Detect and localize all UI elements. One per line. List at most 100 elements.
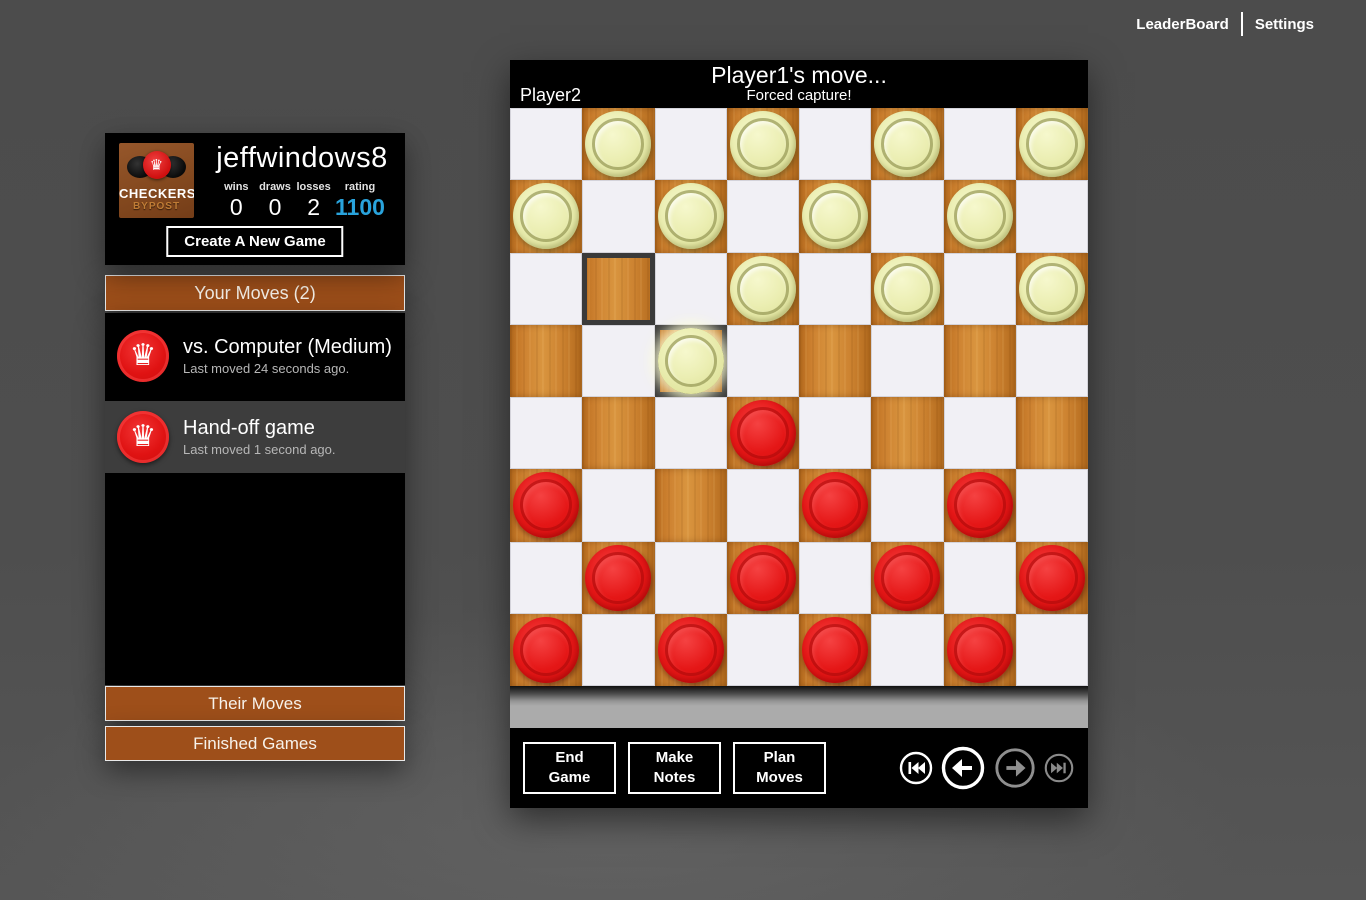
board-square[interactable] bbox=[799, 253, 871, 325]
your-moves-header[interactable]: Your Moves (2) bbox=[105, 275, 405, 311]
checker-piece-red[interactable] bbox=[658, 617, 724, 683]
checker-piece-cream[interactable] bbox=[874, 256, 940, 322]
board-square[interactable] bbox=[582, 108, 654, 180]
create-new-game-button[interactable]: Create A New Game bbox=[166, 226, 343, 257]
board-square[interactable] bbox=[944, 108, 1016, 180]
checker-piece-cream[interactable] bbox=[658, 183, 724, 249]
step-forward-icon[interactable] bbox=[993, 746, 1037, 790]
finished-games-header[interactable]: Finished Games bbox=[105, 726, 405, 761]
board-square[interactable] bbox=[799, 542, 871, 614]
board-square[interactable] bbox=[799, 325, 871, 397]
checker-piece-cream[interactable] bbox=[513, 183, 579, 249]
board-square[interactable] bbox=[582, 253, 654, 325]
checker-piece-red[interactable] bbox=[730, 545, 796, 611]
board-square[interactable] bbox=[1016, 325, 1088, 397]
skip-to-end-icon[interactable] bbox=[1044, 753, 1074, 783]
board-square[interactable] bbox=[510, 397, 582, 469]
board-square[interactable] bbox=[727, 397, 799, 469]
checker-piece-red[interactable] bbox=[730, 400, 796, 466]
board-square[interactable] bbox=[944, 614, 1016, 686]
board-square[interactable] bbox=[871, 180, 943, 252]
board-square[interactable] bbox=[727, 542, 799, 614]
checker-piece-red[interactable] bbox=[513, 472, 579, 538]
their-moves-header[interactable]: Their Moves bbox=[105, 686, 405, 721]
board-square[interactable] bbox=[582, 325, 654, 397]
board-square[interactable] bbox=[799, 397, 871, 469]
board-square[interactable] bbox=[655, 469, 727, 541]
board-square[interactable] bbox=[582, 614, 654, 686]
board-square[interactable] bbox=[871, 542, 943, 614]
board-square[interactable] bbox=[944, 397, 1016, 469]
board-square[interactable] bbox=[727, 180, 799, 252]
board-square[interactable] bbox=[510, 469, 582, 541]
board-square[interactable] bbox=[1016, 469, 1088, 541]
board-square[interactable] bbox=[582, 542, 654, 614]
board-square[interactable] bbox=[944, 469, 1016, 541]
board-square[interactable] bbox=[727, 614, 799, 686]
board-square[interactable] bbox=[727, 253, 799, 325]
game-item-vs-computer[interactable]: ♛ vs. Computer (Medium) Last moved 24 se… bbox=[105, 313, 405, 398]
board-square[interactable] bbox=[799, 180, 871, 252]
checker-piece-cream[interactable] bbox=[585, 111, 651, 177]
board-square[interactable] bbox=[510, 108, 582, 180]
make-notes-button[interactable]: Make Notes bbox=[628, 742, 721, 794]
board-square[interactable] bbox=[799, 108, 871, 180]
board-square[interactable] bbox=[799, 469, 871, 541]
board-square[interactable] bbox=[1016, 253, 1088, 325]
plan-moves-button[interactable]: Plan Moves bbox=[733, 742, 826, 794]
checker-piece-cream[interactable] bbox=[874, 111, 940, 177]
checker-piece-red[interactable] bbox=[802, 472, 868, 538]
board-square[interactable] bbox=[1016, 397, 1088, 469]
board-square[interactable] bbox=[655, 542, 727, 614]
checker-piece-red[interactable] bbox=[513, 617, 579, 683]
settings-link[interactable]: Settings bbox=[1255, 16, 1314, 33]
board-square[interactable] bbox=[655, 253, 727, 325]
board-square[interactable] bbox=[655, 397, 727, 469]
checker-piece-red[interactable] bbox=[802, 617, 868, 683]
board-square[interactable] bbox=[727, 469, 799, 541]
board-square[interactable] bbox=[510, 180, 582, 252]
board-square[interactable] bbox=[944, 542, 1016, 614]
leaderboard-link[interactable]: LeaderBoard bbox=[1136, 16, 1229, 33]
skip-to-start-icon[interactable] bbox=[899, 751, 933, 785]
checker-piece-cream[interactable] bbox=[1019, 256, 1085, 322]
checker-piece-red[interactable] bbox=[585, 545, 651, 611]
checker-piece-cream[interactable] bbox=[730, 256, 796, 322]
board-square[interactable] bbox=[655, 180, 727, 252]
board-square[interactable] bbox=[582, 469, 654, 541]
checker-piece-cream[interactable] bbox=[730, 111, 796, 177]
board-square[interactable] bbox=[582, 397, 654, 469]
board-square[interactable] bbox=[1016, 108, 1088, 180]
step-back-icon[interactable] bbox=[940, 745, 986, 791]
board-square[interactable] bbox=[871, 614, 943, 686]
board-square[interactable] bbox=[655, 108, 727, 180]
board-square[interactable] bbox=[510, 253, 582, 325]
checker-piece-red[interactable] bbox=[947, 617, 1013, 683]
board-square[interactable] bbox=[727, 325, 799, 397]
board-square[interactable] bbox=[871, 253, 943, 325]
board-square[interactable] bbox=[727, 108, 799, 180]
checker-piece-cream[interactable] bbox=[947, 183, 1013, 249]
checker-piece-cream[interactable] bbox=[802, 183, 868, 249]
board-square[interactable] bbox=[510, 542, 582, 614]
checker-piece-red[interactable] bbox=[874, 545, 940, 611]
board-square[interactable] bbox=[1016, 542, 1088, 614]
checker-piece-cream[interactable] bbox=[1019, 111, 1085, 177]
board-square[interactable] bbox=[1016, 614, 1088, 686]
board-square[interactable] bbox=[510, 614, 582, 686]
board-square[interactable] bbox=[1016, 180, 1088, 252]
board-square[interactable] bbox=[655, 325, 727, 397]
board-square[interactable] bbox=[655, 614, 727, 686]
board-square[interactable] bbox=[582, 180, 654, 252]
game-item-hand-off[interactable]: ♛ Hand-off game Last moved 1 second ago. bbox=[105, 401, 405, 473]
checker-piece-red[interactable] bbox=[1019, 545, 1085, 611]
board-square[interactable] bbox=[510, 325, 582, 397]
checker-piece-cream[interactable] bbox=[658, 328, 724, 394]
board-square[interactable] bbox=[871, 108, 943, 180]
board-square[interactable] bbox=[799, 614, 871, 686]
board-square[interactable] bbox=[871, 469, 943, 541]
checker-piece-red[interactable] bbox=[947, 472, 1013, 538]
board-square[interactable] bbox=[944, 325, 1016, 397]
board-square[interactable] bbox=[871, 397, 943, 469]
board-square[interactable] bbox=[944, 253, 1016, 325]
